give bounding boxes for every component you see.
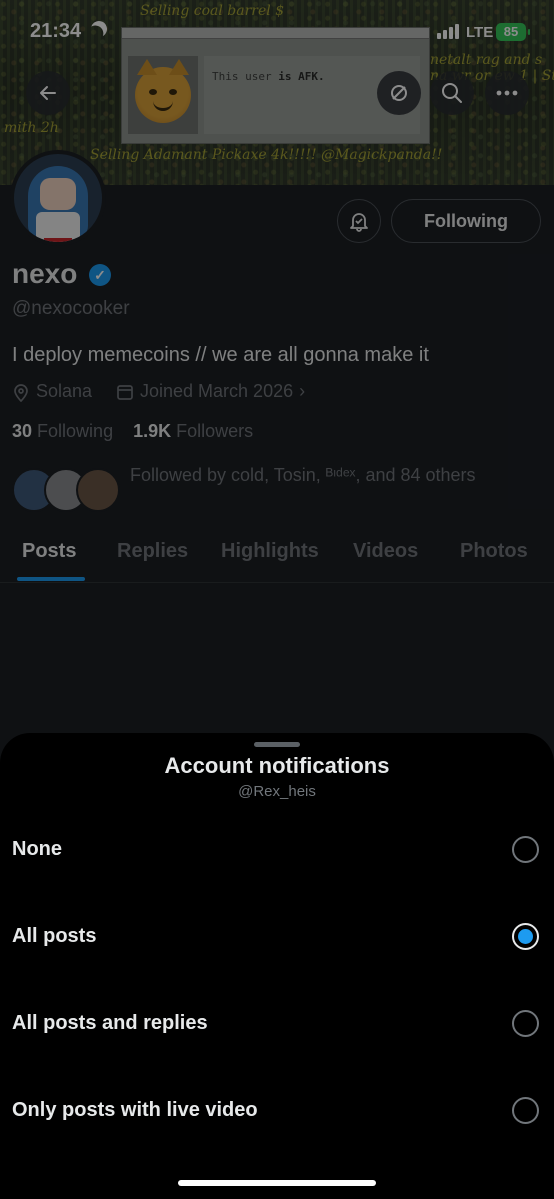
sheet-grabber[interactable] [254,742,300,747]
option-all-posts[interactable]: All posts [0,907,554,967]
home-indicator[interactable] [178,1180,376,1186]
radio-button[interactable] [512,1097,539,1124]
option-none[interactable]: None [0,820,554,880]
radio-button-selected[interactable] [512,923,539,950]
option-all-posts-and-replies[interactable]: All posts and replies [0,994,554,1054]
option-label: None [12,838,62,860]
radio-button[interactable] [512,1010,539,1037]
option-label: All posts and replies [12,1012,208,1034]
sheet-title: Account notifications [164,753,390,778]
option-label: Only posts with live video [12,1099,258,1121]
notifications-sheet: Account notifications @Rex_heis None All… [0,733,554,1199]
sheet-subtitle: @Rex_heis [238,783,316,800]
radio-button[interactable] [512,836,539,863]
option-label: All posts [12,925,97,947]
option-live-video[interactable]: Only posts with live video [0,1081,554,1141]
